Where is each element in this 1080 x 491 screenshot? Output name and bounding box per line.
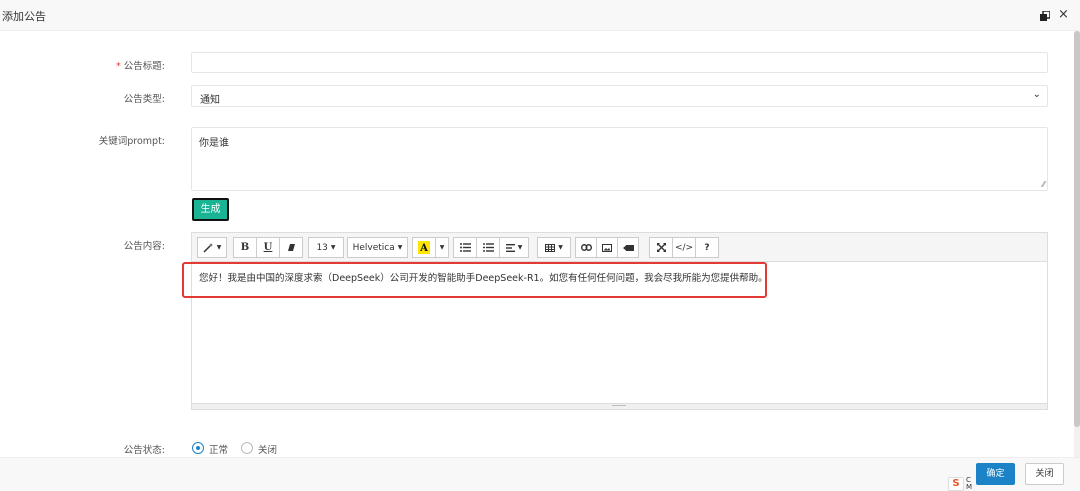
font-family-dropdown[interactable]: Helvetica ▼: [347, 237, 408, 258]
insert-link-button[interactable]: [575, 237, 597, 258]
clear-format-button[interactable]: [279, 237, 303, 258]
bold-button[interactable]: B: [233, 237, 257, 258]
editor-resize-bar[interactable]: [192, 403, 1047, 409]
title-input[interactable]: [191, 52, 1048, 73]
content-label: 公告内容:: [123, 241, 165, 252]
resize-grip-icon[interactable]: ⁄⁄: [1042, 181, 1045, 189]
caret-icon: ▼: [397, 244, 403, 251]
insert-image-button[interactable]: [596, 237, 618, 258]
insert-video-button[interactable]: [617, 237, 639, 258]
dialog-title: 添加公告: [2, 10, 46, 23]
link-icon: [580, 244, 592, 251]
dialog-titlebar: 添加公告 ×: [0, 0, 1080, 31]
help-button[interactable]: ?: [695, 237, 719, 258]
caret-icon: ▼: [216, 244, 222, 251]
ordered-list-button[interactable]: [476, 237, 500, 258]
type-select-value: 通知: [200, 95, 220, 106]
watermark-logo: S: [948, 477, 964, 491]
video-icon: [622, 244, 634, 251]
unordered-list-button[interactable]: [453, 237, 477, 258]
status-radio-closed[interactable]: [241, 442, 253, 454]
caret-icon: ▼: [330, 244, 336, 251]
type-label: 公告类型:: [123, 94, 165, 105]
align-icon: [505, 243, 515, 252]
status-label-closed: 关闭: [258, 445, 278, 456]
title-label: * 公告标题:: [116, 61, 165, 72]
svg-text:A: A: [419, 243, 428, 254]
generate-button[interactable]: 生成: [192, 198, 229, 221]
rich-text-editor: ▼ B U 13 ▼ Helvetica ▼ A ▼ ▼ ▼ </> ? 您好！…: [191, 232, 1048, 410]
table-icon: [545, 243, 556, 252]
caret-icon: ▼: [517, 244, 523, 251]
confirm-button[interactable]: 确定: [976, 463, 1015, 485]
align-dropdown[interactable]: ▼: [499, 237, 529, 258]
chevron-down-icon: ⌄: [1032, 89, 1041, 100]
code-view-button[interactable]: </>: [672, 237, 696, 258]
resize-handle-icon: [612, 405, 626, 406]
font-color-dropdown[interactable]: ▼: [435, 237, 449, 258]
status-radio-normal[interactable]: [192, 442, 204, 454]
status-label-normal: 正常: [209, 445, 229, 456]
required-mark: *: [116, 61, 121, 72]
caret-icon: ▼: [558, 244, 563, 251]
style-dropdown-button[interactable]: ▼: [197, 237, 227, 258]
scrollbar-thumb[interactable]: [1074, 31, 1080, 427]
unordered-list-icon: [459, 243, 471, 252]
close-button[interactable]: 关闭: [1025, 463, 1064, 485]
editor-toolbar: ▼ B U 13 ▼ Helvetica ▼ A ▼ ▼ ▼ </> ?: [192, 233, 1047, 262]
magic-wand-icon: [203, 243, 213, 253]
font-family-value: Helvetica: [352, 242, 395, 253]
ordered-list-icon: [482, 243, 494, 252]
highlight-box: [182, 262, 767, 298]
underline-button[interactable]: U: [256, 237, 280, 258]
prompt-textarea[interactable]: 你是谁 ⁄⁄: [191, 127, 1048, 191]
caret-icon: ▼: [439, 244, 445, 251]
prompt-value: 你是谁: [199, 138, 229, 149]
image-icon: [602, 243, 612, 252]
prompt-label: 关键词prompt:: [98, 136, 165, 147]
fullscreen-button[interactable]: [649, 237, 673, 258]
table-dropdown[interactable]: ▼: [537, 237, 571, 258]
font-color-button[interactable]: A: [412, 237, 436, 258]
font-size-dropdown[interactable]: 13 ▼: [308, 237, 344, 258]
vertical-scrollbar[interactable]: [1074, 31, 1080, 457]
type-select[interactable]: 通知 ⌄: [191, 85, 1048, 107]
font-color-icon: A: [418, 241, 430, 254]
fullscreen-icon: [656, 243, 666, 252]
watermark-text: CM: [966, 476, 973, 491]
restore-window-icon[interactable]: [1040, 11, 1050, 21]
dialog-footer: S CM 确定 关闭: [0, 457, 1080, 491]
status-label: 公告状态:: [123, 445, 165, 456]
eraser-icon: [287, 244, 295, 251]
font-size-value: 13: [316, 242, 328, 253]
close-icon[interactable]: ×: [1058, 8, 1069, 21]
